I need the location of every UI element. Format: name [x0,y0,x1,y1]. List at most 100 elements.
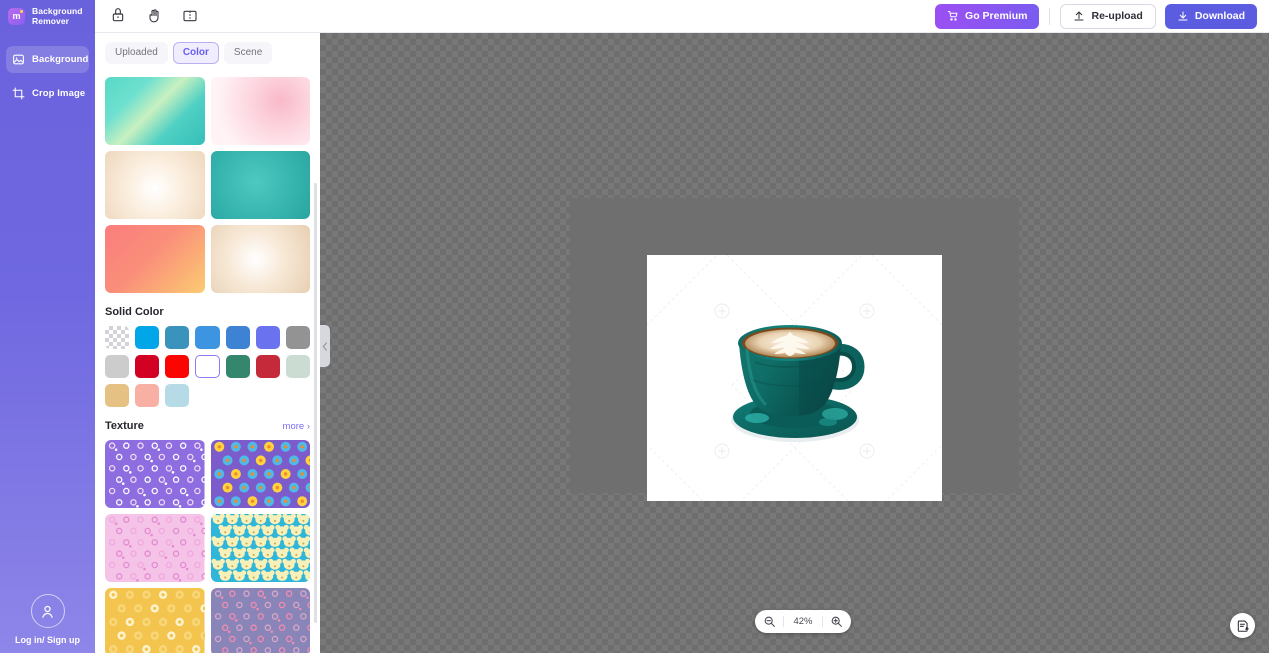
background-panel: Uploaded Color Scene Solid Color Texture… [95,33,320,653]
coffee-cup-illustration [730,325,865,442]
login-signup-label: Log in/ Sign up [15,635,80,645]
background-thumb-coral-gradient[interactable] [105,225,205,293]
re-upload-label: Re-upload [1091,10,1143,22]
sidebar-item-crop-image[interactable]: Crop Image [6,80,89,107]
texture-pattern [210,588,310,653]
compare-view-button[interactable] [179,5,201,27]
artboard-image[interactable] [647,255,942,501]
color-swatch-brick-red[interactable] [255,355,280,378]
texture-grid [105,440,310,653]
color-swatch-white[interactable] [195,355,220,378]
download-icon [1178,11,1188,21]
texture-swatch-yellow-dots[interactable] [105,588,205,653]
eraser-icon [112,8,124,22]
panel-scrollbar[interactable] [314,183,317,623]
background-thumb-teal-bokeh[interactable] [210,151,310,219]
zoom-divider [822,616,823,627]
texture-pattern [210,514,310,582]
texture-pattern [105,588,205,653]
color-swatch-crimson[interactable] [135,355,160,378]
color-swatch-azure-blue[interactable] [195,326,220,349]
texture-swatch-pink-dots[interactable] [105,514,205,582]
go-premium-button[interactable]: Go Premium [935,3,1040,29]
solid-color-swatch-grid [105,326,310,407]
color-swatch-steel-blue[interactable] [165,326,190,349]
color-swatch-transparent[interactable] [105,326,130,349]
top-actions: Go Premium Re-upload Download [935,3,1269,29]
color-swatch-sea-green[interactable] [225,355,250,378]
feedback-button[interactable] [1230,613,1255,638]
go-premium-label: Go Premium [965,10,1028,22]
brand-initials: m [12,11,21,21]
coffee-cup-photo [695,298,895,458]
chevron-left-icon [322,341,327,351]
solid-color-header: Solid Color [105,306,310,318]
color-swatch-periwinkle-blue[interactable] [255,326,280,349]
sidebar-item-label: Crop Image [32,88,86,99]
tab-scene[interactable]: Scene [223,42,273,64]
eraser-tool-button[interactable] [107,5,129,27]
sidebar-item-background[interactable]: Background [6,46,89,73]
color-swatch-red[interactable] [165,355,190,378]
download-button[interactable]: Download [1164,3,1257,29]
background-thumb-beige-cloud[interactable] [105,151,205,219]
color-swatch-salmon-pink[interactable] [135,384,160,407]
panel-collapse-handle[interactable] [320,325,330,367]
texture-swatch-blue-bears[interactable] [210,514,310,582]
upload-icon [1074,11,1084,21]
texture-swatch-rainbow-flowers[interactable] [210,440,310,508]
texture-swatch-purple-flowers[interactable] [210,588,310,653]
texture-pattern [105,514,205,582]
re-upload-button[interactable]: Re-upload [1060,3,1156,29]
texture-pattern [105,440,205,508]
background-remover-app: m Background Remover Background Crop Ima… [0,0,1269,653]
texture-header: Texture more › [105,420,310,432]
editor-canvas[interactable]: 42% [320,33,1269,653]
artboard-frame [570,198,1019,501]
texture-swatch-purple-floral[interactable] [105,440,205,508]
avatar [30,594,65,628]
cart-icon [947,11,958,21]
zoom-level-value: 42% [793,616,813,627]
background-thumb-pink-marble[interactable] [210,77,310,145]
panel-content: Solid Color Texture more › [95,77,320,653]
crop-icon [12,87,25,100]
split-view-icon [183,10,197,22]
brand-logo[interactable]: m Background Remover [0,0,95,33]
feedback-icon [1237,620,1249,632]
color-swatch-cornflower-blue[interactable] [225,326,250,349]
color-swatch-bright-blue[interactable] [135,326,160,349]
background-thumb-sand-cloud[interactable] [210,225,310,293]
brand-line-2: Remover [32,15,70,26]
brand-dot-icon [20,10,23,13]
tab-uploaded[interactable]: Uploaded [105,42,168,64]
texture-pattern [210,440,310,508]
zoom-divider [783,616,784,627]
account-section[interactable]: Log in/ Sign up [0,594,95,653]
tab-color[interactable]: Color [172,42,219,64]
panel-tabs: Uploaded Color Scene [95,33,320,70]
toolbar-divider [1049,7,1051,25]
pan-tool-button[interactable] [143,5,165,27]
background-thumb-teal-silk[interactable] [105,77,205,145]
brand-title: Background Remover [32,6,83,26]
image-icon [13,54,24,65]
zoom-out-icon[interactable] [763,615,776,628]
solid-color-title: Solid Color [105,306,164,318]
sidebar-nav: Background Crop Image [0,33,95,114]
color-swatch-gray[interactable] [285,326,310,349]
hand-icon [149,9,159,23]
zoom-control: 42% [755,610,851,633]
sidebar-item-label: Background [32,54,89,65]
tool-group [95,5,201,27]
color-swatch-tan[interactable] [105,384,130,407]
top-toolbar: Go Premium Re-upload Download [95,0,1269,33]
texture-more-link[interactable]: more › [283,421,310,432]
color-swatch-light-gray[interactable] [105,355,130,378]
user-icon [42,605,53,618]
brand-mark-icon: m [8,8,25,25]
color-swatch-powder-blue[interactable] [165,384,190,407]
color-swatch-pale-mint[interactable] [285,355,310,378]
zoom-in-icon[interactable] [830,615,843,628]
texture-title: Texture [105,420,144,432]
